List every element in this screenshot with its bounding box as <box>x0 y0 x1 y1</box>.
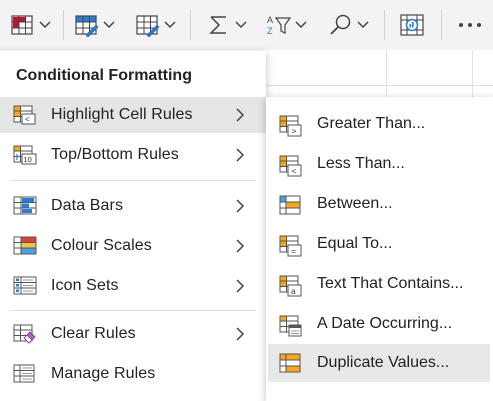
autosum-ribbon-button[interactable] <box>206 6 247 44</box>
sigma-icon <box>209 16 226 34</box>
ribbon-separator <box>441 10 442 40</box>
submenu-item-label: Less Than... <box>317 155 405 172</box>
menu-item-label: Manage Rules <box>51 365 156 382</box>
submenu-item-label: Between... <box>317 195 393 212</box>
chevron-right-icon <box>236 239 245 253</box>
chevron-down-icon <box>164 21 176 29</box>
greater-than-icon: > <box>279 115 302 137</box>
menu-separator <box>10 180 256 181</box>
search-icon <box>330 14 351 35</box>
clear-rules-icon <box>13 324 36 344</box>
svg-text:Z: Z <box>267 26 273 36</box>
submenu-item-label: Greater Than... <box>317 115 426 132</box>
menu-item-manage-rules[interactable]: Manage Rules <box>0 356 266 392</box>
svg-text:<: < <box>292 166 297 176</box>
submenu-item-label: A Date Occurring... <box>317 315 453 332</box>
duplicate-values-icon <box>279 353 301 373</box>
highlight-cell-rules-submenu: > Greater Than... < Less Than... Between… <box>266 97 493 401</box>
submenu-item-equal-to[interactable]: = Equal To... <box>266 226 493 263</box>
menu-item-highlight-cell-rules[interactable]: < Highlight Cell Rules <box>0 97 266 133</box>
ribbon-separator <box>384 10 385 40</box>
menu-item-clear-rules[interactable]: Clear Rules <box>0 316 266 352</box>
format-as-table-icon <box>75 15 99 37</box>
icon-sets-icon <box>13 276 37 295</box>
svg-text:A: A <box>267 15 273 25</box>
menu-item-colour-scales[interactable]: Colour Scales <box>0 228 266 264</box>
menu-item-label: Clear Rules <box>51 325 136 342</box>
submenu-item-label: Equal To... <box>317 235 393 252</box>
more-icon <box>459 23 481 27</box>
submenu-item-greater-than[interactable]: > Greater Than... <box>266 106 493 143</box>
sort-filter-icon: A Z <box>267 15 292 36</box>
submenu-item-date-occurring[interactable]: A Date Occurring... <box>266 306 493 343</box>
svg-text:=: = <box>291 246 296 256</box>
menu-item-label: Top/Bottom Rules <box>51 146 179 163</box>
chevron-right-icon <box>236 327 245 341</box>
svg-text:>: > <box>292 126 297 136</box>
cell-styles-ribbon-button[interactable] <box>135 6 176 44</box>
chevron-down-icon <box>295 21 307 29</box>
chevron-right-icon <box>236 148 245 162</box>
submenu-item-label: Duplicate Values... <box>317 354 450 371</box>
submenu-item-text-contains[interactable]: a Text That Contains... <box>266 266 493 303</box>
data-bars-icon <box>13 196 37 215</box>
submenu-item-duplicate-values[interactable]: Duplicate Values... <box>268 344 490 382</box>
menu-separator <box>10 310 256 311</box>
conditional-formatting-icon <box>11 15 33 35</box>
menu-item-icon-sets[interactable]: Icon Sets <box>0 268 266 304</box>
highlight-cell-rules-icon: < <box>13 105 36 125</box>
equal-to-icon: = <box>279 235 302 257</box>
submenu-item-less-than[interactable]: < Less Than... <box>266 146 493 183</box>
manage-rules-icon <box>13 364 35 383</box>
find-select-ribbon-button[interactable] <box>328 6 369 44</box>
sort-filter-ribbon-button[interactable]: A Z <box>266 6 307 44</box>
menu-item-label: Highlight Cell Rules <box>51 106 193 123</box>
svg-text:10: 10 <box>24 155 32 164</box>
menu-item-data-bars[interactable]: Data Bars <box>0 188 266 224</box>
svg-text:<: < <box>25 115 30 124</box>
chevron-down-icon <box>235 21 247 29</box>
between-icon <box>279 195 301 215</box>
analyze-data-ribbon-button[interactable] <box>398 6 426 44</box>
chevron-right-icon <box>236 279 245 293</box>
menu-item-top-bottom-rules[interactable]: 10 Top/Bottom Rules <box>0 137 266 173</box>
menu-title: Conditional Formatting <box>16 67 192 84</box>
date-occurring-icon <box>279 315 302 337</box>
text-contains-icon: a <box>279 275 302 297</box>
menu-item-label: Icon Sets <box>51 277 119 294</box>
chevron-down-icon <box>357 21 369 29</box>
ribbon-separator <box>190 10 191 40</box>
conditional-formatting-ribbon-button[interactable] <box>10 6 51 44</box>
cell-styles-icon <box>136 15 160 37</box>
chevron-down-icon <box>103 21 115 29</box>
less-than-icon: < <box>279 155 302 177</box>
top-bottom-rules-icon: 10 <box>13 145 37 165</box>
submenu-item-between[interactable]: Between... <box>266 186 493 223</box>
chevron-right-icon <box>236 108 245 122</box>
analyze-data-icon <box>400 14 424 36</box>
chevron-right-icon <box>236 199 245 213</box>
more-options-ribbon-button[interactable] <box>456 6 484 44</box>
menu-item-label: Colour Scales <box>51 237 152 254</box>
conditional-formatting-menu: Conditional Formatting < Highlight Cell … <box>0 51 266 401</box>
submenu-item-label: Text That Contains... <box>317 275 464 292</box>
chevron-down-icon <box>39 21 51 29</box>
colour-scales-icon <box>13 236 37 255</box>
ribbon-toolbar: A Z <box>0 0 493 50</box>
menu-item-label: Data Bars <box>51 197 124 214</box>
format-as-table-ribbon-button[interactable] <box>74 6 115 44</box>
ribbon-separator <box>63 10 64 40</box>
svg-text:a: a <box>291 286 296 296</box>
